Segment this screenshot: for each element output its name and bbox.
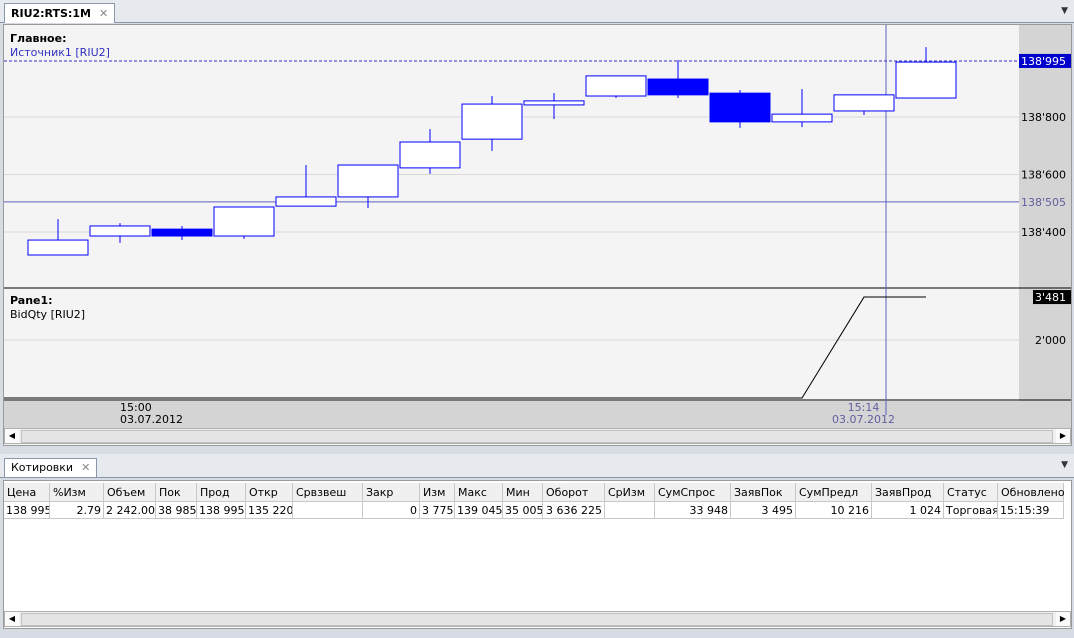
candle-body: [709, 92, 771, 123]
candle-body: [833, 94, 895, 112]
quotes-tab-bar: ▼: [0, 454, 1074, 478]
table-cell: [292, 501, 363, 519]
close-icon[interactable]: ✕: [81, 459, 90, 477]
chevron-down-icon[interactable]: ▼: [1061, 460, 1068, 470]
candle-body: [585, 75, 647, 97]
candle-body: [89, 225, 151, 237]
scroll-right-icon[interactable]: ▶: [1056, 612, 1070, 626]
column-header[interactable]: Оборот: [542, 483, 605, 502]
candle-body: [151, 228, 213, 237]
scroll-right-icon[interactable]: ▶: [1056, 429, 1070, 443]
last-qty-label: 3'481: [1035, 291, 1066, 304]
chart-tab-bar: RIU2:RTS:1M ✕ ▼: [0, 0, 1074, 23]
column-header[interactable]: ЗаявПок: [730, 483, 796, 502]
table-cell: 3 495: [730, 501, 796, 519]
column-header[interactable]: Объем: [103, 483, 156, 502]
main-pane-title: Главное:: [10, 32, 67, 45]
scroll-thumb[interactable]: [21, 613, 1053, 626]
horizontal-scrollbar[interactable]: ◀ ▶: [4, 611, 1071, 627]
candle-body: [461, 103, 523, 140]
column-header[interactable]: СрИзм: [604, 483, 655, 502]
table-cell: 2.79: [49, 501, 104, 519]
candle-body: [337, 164, 399, 198]
candle-body: [399, 141, 461, 169]
candle-body: [27, 239, 89, 256]
column-header[interactable]: Макс: [454, 483, 503, 502]
date-text: 03.07.2012: [120, 413, 183, 426]
column-header[interactable]: Прод: [196, 483, 246, 502]
table-cell: 0: [362, 501, 420, 519]
table-cell: 135 220: [245, 501, 293, 519]
lower-series-label: BidQty [RIU2]: [10, 308, 86, 321]
quotes-table: Цена %Изм Объем Пок Прод Откр Срвзвеш Закр Изм Ма…: [3, 480, 1072, 629]
scroll-left-icon[interactable]: ◀: [5, 429, 19, 443]
table-cell: 10 216: [795, 501, 872, 519]
column-header[interactable]: Статус: [943, 483, 998, 502]
table-cell: 138 995: [4, 501, 50, 519]
table-cell: 35 005: [502, 501, 543, 519]
column-header[interactable]: Закр: [362, 483, 420, 502]
table-cell: 3 636 225: [542, 501, 605, 519]
qty-tick-label: 2'000: [1035, 334, 1066, 347]
price-tick-label: 138'800: [1021, 111, 1066, 124]
scroll-thumb[interactable]: [21, 430, 1053, 443]
cursor-time-label: 15:14 03.07.2012: [832, 402, 895, 426]
candle-body: [213, 206, 275, 237]
scroll-left-icon[interactable]: ◀: [5, 612, 19, 626]
price-tick-label: 138'400: [1021, 226, 1066, 239]
table-cell: 2 242.00: [103, 501, 156, 519]
column-header[interactable]: СумСпрос: [654, 483, 731, 502]
column-header[interactable]: Мин: [502, 483, 543, 502]
table-row[interactable]: 138 995 2.79 2 242.00 38 985 138 995 135 220 0…: [4, 501, 1064, 519]
date-text: 03.07.2012: [832, 413, 895, 426]
chart-canvas[interactable]: 138'400 138'600 138'800 2'000 138'995 138'505…: [4, 25, 1071, 429]
last-price-label: 138'995: [1021, 55, 1066, 68]
table-cell: 3 775: [419, 501, 455, 519]
bidqty-line: [4, 296, 926, 399]
chart-area[interactable]: 138'400 138'600 138'800 2'000 138'995 138'505…: [3, 24, 1072, 446]
tab-quotes[interactable]: Котировки ✕: [4, 458, 98, 477]
column-header[interactable]: Цена: [4, 483, 50, 502]
column-header[interactable]: Откр: [245, 483, 293, 502]
close-icon[interactable]: ✕: [99, 4, 108, 23]
tab-title: RIU2:RTS:1M: [11, 7, 91, 20]
column-header[interactable]: ЗаявПрод: [871, 483, 944, 502]
column-header[interactable]: Изм: [419, 483, 455, 502]
price-tick-label: 138'600: [1021, 169, 1066, 182]
table-cell: [604, 501, 655, 519]
tab-chart[interactable]: RIU2:RTS:1M ✕: [4, 3, 116, 23]
candle-body: [275, 196, 337, 207]
chevron-down-icon[interactable]: ▼: [1061, 6, 1068, 16]
horizontal-scrollbar[interactable]: ◀ ▶: [4, 428, 1071, 444]
candle-body: [895, 61, 957, 99]
candle-body: [523, 100, 585, 106]
column-header[interactable]: %Изм: [49, 483, 104, 502]
candle-body: [647, 78, 709, 96]
table-cell: 139 045: [454, 501, 503, 519]
lower-pane-title: Pane1:: [10, 294, 53, 307]
column-header[interactable]: Пок: [155, 483, 197, 502]
table-cell: Торговая: [943, 501, 998, 519]
table-cell: 38 985: [155, 501, 197, 519]
column-header[interactable]: Обновлено: [997, 483, 1065, 502]
table-cell: 1 024: [871, 501, 944, 519]
cursor-price-label: 138'505: [1021, 196, 1066, 209]
time-label: 15:00 03.07.2012: [120, 402, 183, 426]
tab-title: Котировки: [11, 461, 74, 474]
table-cell: 15:15:39: [997, 501, 1064, 519]
table-cell: 138 995: [196, 501, 246, 519]
column-header[interactable]: Срвзвеш: [292, 483, 363, 502]
column-header[interactable]: СумПредл: [795, 483, 872, 502]
candle-body: [771, 113, 833, 123]
table-cell: 33 948: [654, 501, 731, 519]
main-series-label: Источник1 [RIU2]: [10, 46, 110, 59]
